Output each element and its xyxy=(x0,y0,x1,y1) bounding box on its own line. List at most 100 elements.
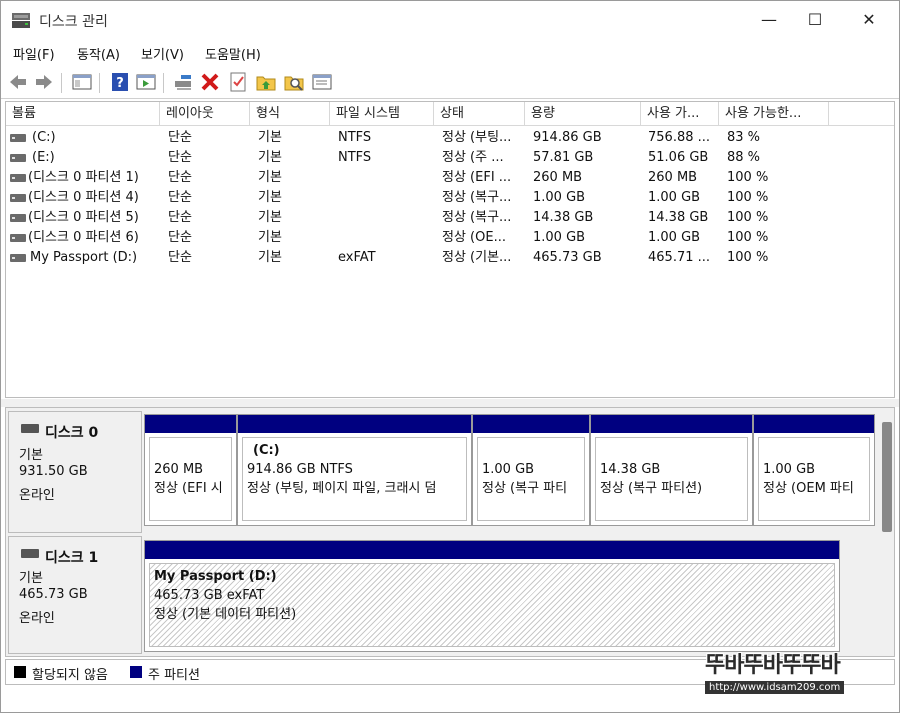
search-folder-icon[interactable] xyxy=(283,71,305,93)
cell-type: 기본 xyxy=(258,210,282,225)
toolbar-separator xyxy=(99,73,100,93)
back-arrow-icon[interactable] xyxy=(7,71,29,93)
cell-capacity: 260 MB xyxy=(533,170,583,185)
disk-state: 온라인 xyxy=(19,611,55,626)
partition-status: 정상 (복구 파티션) xyxy=(600,481,703,496)
menu-view[interactable]: 보기(V) xyxy=(141,44,184,63)
partition-my-passport[interactable]: My Passport (D:) 465.73 GB exFAT 정상 (기본 … xyxy=(144,540,840,652)
partition-size: 1.00 GB xyxy=(482,462,535,477)
partition-body: 1.00 GB 정상 (복구 파티 xyxy=(477,437,585,521)
disk-size: 931.50 GB xyxy=(19,464,88,479)
menu-action[interactable]: 동작(A) xyxy=(77,44,120,63)
table-row[interactable]: (디스크 0 파티션 5) 단순 기본 정상 (복구... 14.38 GB 1… xyxy=(6,208,894,228)
table-row[interactable]: (디스크 0 파티션 6) 단순 기본 정상 (OE... 1.00 GB 1.… xyxy=(6,228,894,248)
cell-layout: 단순 xyxy=(168,130,192,145)
column-header-status[interactable]: 상태 xyxy=(434,102,525,126)
cell-file-system: NTFS xyxy=(338,150,372,165)
console-tree-icon[interactable] xyxy=(71,71,93,93)
column-header-volume[interactable]: 볼륨 xyxy=(6,102,160,126)
menu-help[interactable]: 도움말(H) xyxy=(205,44,261,63)
minimize-button[interactable]: — xyxy=(746,1,792,39)
cell-volume: (C:) xyxy=(32,130,56,145)
partition-body: (C:) 914.86 GB NTFS 정상 (부팅, 페이지 파일, 크래시 … xyxy=(242,437,467,521)
primary-partition-bar xyxy=(754,415,874,433)
legend-unallocated: 할당되지 않음 xyxy=(32,668,108,683)
cell-free-space: 1.00 GB xyxy=(648,190,701,205)
partition-efi[interactable]: 260 MB 정상 (EFI 시 xyxy=(144,414,237,526)
cell-layout: 단순 xyxy=(168,230,192,245)
watermark-url: http://www.idsam209.com xyxy=(705,681,845,694)
cell-free-space: 260 MB xyxy=(648,170,698,185)
checklist-icon[interactable] xyxy=(227,71,249,93)
title-bar: 디스크 관리 — ☐ ✕ xyxy=(1,1,899,39)
pane-splitter[interactable] xyxy=(1,399,899,407)
primary-partition-bar xyxy=(145,415,236,433)
cell-type: 기본 xyxy=(258,230,282,245)
cell-type: 기본 xyxy=(258,150,282,165)
cell-layout: 단순 xyxy=(168,210,192,225)
cell-type: 기본 xyxy=(258,170,282,185)
table-row[interactable]: My Passport (D:) 단순 기본 exFAT 정상 (기본... 4… xyxy=(6,248,894,268)
partition-body: 1.00 GB 정상 (OEM 파티 xyxy=(758,437,870,521)
disk-1-label[interactable]: 디스크 1 기본 465.73 GB 온라인 xyxy=(8,536,142,654)
partition-status: 정상 (복구 파티 xyxy=(482,481,568,496)
table-row[interactable]: (디스크 0 파티션 1) 단순 기본 정상 (EFI ... 260 MB 2… xyxy=(6,168,894,188)
cell-status: 정상 (기본... xyxy=(442,250,512,265)
primary-partition-bar xyxy=(145,541,839,559)
vertical-scrollbar-thumb[interactable] xyxy=(882,422,892,532)
disk-kind: 기본 xyxy=(19,571,43,586)
properties-icon[interactable] xyxy=(311,71,333,93)
column-header-capacity[interactable]: 용량 xyxy=(525,102,641,126)
toolbar: ? xyxy=(1,67,899,99)
cell-file-system xyxy=(338,168,432,188)
cell-type: 기본 xyxy=(258,250,282,265)
column-header-type[interactable]: 형식 xyxy=(250,102,330,126)
watermark-logo: 뚜바뚜바뚜뚜바 http://www.idsam209.com xyxy=(705,647,885,701)
close-button[interactable]: ✕ xyxy=(846,1,892,39)
show-pane-icon[interactable] xyxy=(135,71,157,93)
cell-percent-free: 100 % xyxy=(727,170,769,185)
column-header-percent-free[interactable]: 사용 가능한... xyxy=(719,102,829,126)
cell-free-space: 14.38 GB xyxy=(648,210,709,225)
delete-icon[interactable] xyxy=(199,71,221,93)
table-row[interactable]: (디스크 0 파티션 4) 단순 기본 정상 (복구... 1.00 GB 1.… xyxy=(6,188,894,208)
primary-partition-bar xyxy=(591,415,752,433)
help-icon[interactable]: ? xyxy=(109,71,131,93)
primary-partition-bar xyxy=(238,415,471,433)
folder-up-icon[interactable] xyxy=(255,71,277,93)
partition-c[interactable]: (C:) 914.86 GB NTFS 정상 (부팅, 페이지 파일, 크래시 … xyxy=(237,414,472,526)
partition-size: 465.73 GB exFAT xyxy=(154,588,265,603)
cell-volume: My Passport (D:) xyxy=(30,250,138,265)
cell-layout: 단순 xyxy=(168,150,192,165)
disk-management-app-icon xyxy=(12,13,30,28)
partition-status: 정상 (부팅, 페이지 파일, 크래시 덤 xyxy=(247,481,437,496)
partition-recovery-4[interactable]: 1.00 GB 정상 (복구 파티 xyxy=(472,414,590,526)
column-header-free-space[interactable]: 사용 가... xyxy=(641,102,719,126)
connect-drive-icon[interactable] xyxy=(173,71,195,93)
menu-file[interactable]: 파일(F) xyxy=(13,44,55,63)
disk-size: 465.73 GB xyxy=(19,587,88,602)
cell-capacity: 14.38 GB xyxy=(533,210,594,225)
partition-name: (C:) xyxy=(253,443,280,458)
column-header-file-system[interactable]: 파일 시스템 xyxy=(330,102,434,126)
table-row[interactable]: (C:) 단순 기본 NTFS 정상 (부팅... 914.86 GB 756.… xyxy=(6,128,894,148)
disk-kind: 기본 xyxy=(19,448,43,463)
partition-recovery-5[interactable]: 14.38 GB 정상 (복구 파티션) xyxy=(590,414,753,526)
cell-volume: (디스크 0 파티션 6) xyxy=(28,230,139,245)
disk-0-label[interactable]: 디스크 0 기본 931.50 GB 온라인 xyxy=(8,411,142,533)
column-header-layout[interactable]: 레이아웃 xyxy=(160,102,250,126)
cell-file-system xyxy=(338,188,432,208)
table-row[interactable]: (E:) 단순 기본 NTFS 정상 (주 ... 57.81 GB 51.06… xyxy=(6,148,894,168)
partition-body: 260 MB 정상 (EFI 시 xyxy=(149,437,232,521)
maximize-button[interactable]: ☐ xyxy=(792,1,838,39)
disk-management-window: 디스크 관리 — ☐ ✕ 파일(F) 동작(A) 보기(V) 도움말(H) ? xyxy=(0,0,900,713)
forward-arrow-icon[interactable] xyxy=(33,71,55,93)
cell-percent-free: 83 % xyxy=(727,130,761,145)
cell-file-system: NTFS xyxy=(338,130,372,145)
cell-volume: (디스크 0 파티션 5) xyxy=(28,210,139,225)
primary-partition-bar xyxy=(473,415,589,433)
partition-oem[interactable]: 1.00 GB 정상 (OEM 파티 xyxy=(753,414,875,526)
cell-free-space: 756.88 ... xyxy=(648,130,711,145)
cell-capacity: 57.81 GB xyxy=(533,150,594,165)
volume-list-header: 볼륨 레이아웃 형식 파일 시스템 상태 용량 사용 가... 사용 가능한..… xyxy=(6,102,894,126)
